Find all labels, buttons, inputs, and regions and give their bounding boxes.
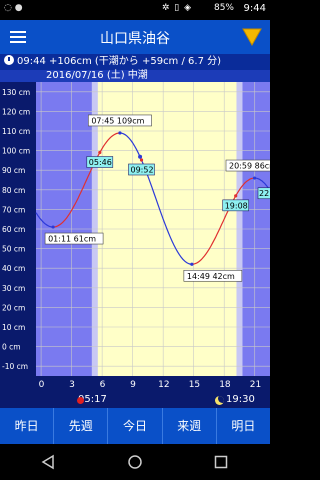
- location-title[interactable]: 山口県油谷: [0, 28, 270, 48]
- extremum-label: 20:59 86cm: [229, 162, 270, 171]
- y-tick-label: 10 cm: [2, 323, 25, 332]
- signal-icons: ✲ ▯ ◈: [161, 3, 192, 13]
- time-mark-label: 19:08: [225, 201, 248, 210]
- notification-icons: ◌ ●: [4, 3, 23, 13]
- extremum-point: [190, 262, 194, 266]
- extremum-label: 01:11 61cm: [48, 235, 96, 244]
- extremum-point: [252, 176, 257, 180]
- time-mark-point: [139, 158, 144, 162]
- x-tick-label: 0: [39, 380, 45, 390]
- chart-date: 2016/07/16 (土) 中潮: [46, 70, 148, 81]
- extremum-label: 07:45 109cm: [91, 116, 144, 125]
- back-button[interactable]: [40, 454, 56, 470]
- y-tick-label: 0 cm: [2, 343, 21, 352]
- x-tick-label: 9: [130, 380, 136, 390]
- y-tick-label: 40 cm: [2, 264, 25, 273]
- status-bar: ◌ ● ✲ ▯ ◈ 85% 9:44: [0, 0, 270, 20]
- sun-times: 05:17 19:30: [0, 392, 270, 408]
- recents-square-icon: [214, 455, 228, 469]
- y-tick-label: 110 cm: [2, 127, 30, 136]
- next-week-button[interactable]: 来週: [163, 408, 217, 444]
- battery-level: 85%: [213, 3, 234, 13]
- sunset-time: 19:30: [226, 394, 255, 405]
- status-time: 9:44: [243, 3, 266, 14]
- y-tick-label: 90 cm: [2, 166, 25, 175]
- current-tide-info: 09:44 +106cm (干潮から +59cm / 6.7 分): [0, 54, 270, 70]
- app-header: 山口県油谷: [0, 20, 270, 54]
- sun-icon: [77, 397, 84, 404]
- current-tide-text: 09:44 +106cm (干潮から +59cm / 6.7 分): [17, 56, 222, 67]
- prev-week-button[interactable]: 先週: [54, 408, 109, 444]
- today-button[interactable]: 今日: [108, 408, 163, 444]
- x-tick-label: 12: [158, 380, 169, 390]
- edge-time-mark-label: 22: [259, 189, 269, 198]
- prev-day-button[interactable]: 昨日: [0, 408, 55, 444]
- extremum-point: [118, 131, 122, 135]
- y-tick-label: 30 cm: [2, 284, 25, 293]
- next-day-button[interactable]: 明日: [217, 408, 270, 444]
- x-tick-label: 15: [189, 380, 200, 390]
- time-mark-label: 09:52: [131, 166, 154, 175]
- y-tick-label: 80 cm: [2, 186, 25, 195]
- home-circle-icon: [128, 455, 142, 469]
- y-tick-label: -10 cm: [2, 362, 28, 371]
- y-tick-label: 120 cm: [2, 107, 30, 116]
- extremum-point: [51, 225, 55, 229]
- moon-icon: [215, 396, 224, 405]
- tide-chart[interactable]: 2016/07/16 (土) 中潮 130 cm 120 cm 110 cm 100 …: [0, 70, 270, 408]
- time-mark-label: 05:46: [89, 158, 112, 167]
- date-row: 2016/07/16 (土) 中潮: [0, 70, 270, 82]
- recents-button[interactable]: [213, 454, 229, 470]
- clock-icon: [4, 55, 14, 65]
- favorite-button[interactable]: [242, 26, 262, 48]
- system-navigation: [0, 444, 270, 480]
- current-time-point: [138, 154, 143, 159]
- time-mark-point: [234, 194, 238, 198]
- date-navigation: 昨日 先週 今日 来週 明日: [0, 408, 270, 444]
- y-tick-label: 50 cm: [2, 245, 25, 254]
- funnel-icon: [242, 28, 262, 47]
- x-tick-label: 3: [69, 380, 75, 390]
- extremum-label: 14:49 42cm: [187, 272, 235, 281]
- x-tick-label: 21: [250, 380, 261, 390]
- x-tick-label: 6: [100, 380, 106, 390]
- back-triangle-icon: [41, 454, 54, 470]
- x-tick-label: 18: [219, 380, 231, 390]
- y-tick-label: 60 cm: [2, 225, 25, 234]
- y-tick-label: 70 cm: [2, 205, 25, 214]
- tide-chart-svg: 130 cm120 cm110 cm100 cm90 cm80 cm70 cm6…: [0, 82, 270, 390]
- home-button[interactable]: [127, 454, 143, 470]
- y-tick-label: 20 cm: [2, 303, 25, 312]
- y-tick-label: 100 cm: [2, 147, 30, 156]
- y-tick-label: 130 cm: [2, 88, 30, 97]
- time-mark-point: [98, 150, 102, 155]
